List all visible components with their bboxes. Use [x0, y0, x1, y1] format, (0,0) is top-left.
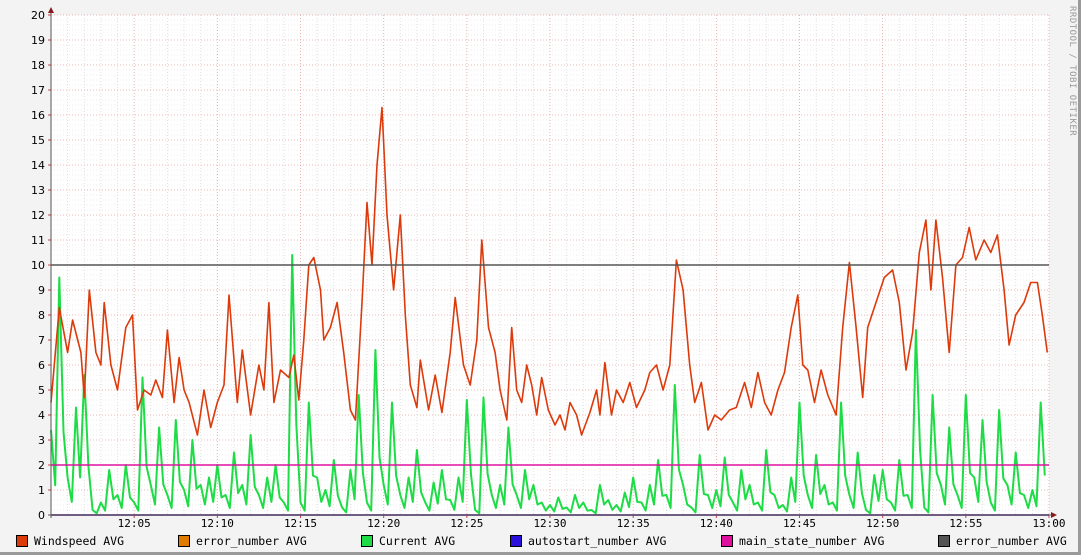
x-tick-label: 12:05: [118, 517, 151, 530]
legend-item: Windspeed AVG: [16, 534, 124, 548]
legend-swatch: [938, 535, 950, 547]
legend-item: error_number AVG: [178, 534, 307, 548]
x-tick-label: 12:45: [783, 517, 816, 530]
x-tick-label: 12:20: [367, 517, 400, 530]
y-axis-arrow-icon: [48, 7, 54, 13]
y-tick-label: 3: [38, 434, 45, 447]
y-tick-label: 1: [38, 484, 45, 497]
y-tick-label: 13: [31, 184, 45, 197]
y-tick-label: 10: [31, 259, 45, 272]
x-tick-label: 12:15: [284, 517, 317, 530]
legend-label: error_number AVG: [956, 534, 1067, 548]
x-tick-label: 12:30: [533, 517, 566, 530]
legend-swatch: [721, 535, 733, 547]
y-tick-label: 20: [31, 9, 45, 22]
x-tick-label: 12:25: [450, 517, 483, 530]
y-tick-label: 14: [31, 159, 45, 172]
chart: 0123456789101112131415161718192012:05 12:…: [31, 7, 1066, 530]
y-tick-label: 18: [31, 59, 45, 72]
y-tick-label: 4: [38, 409, 45, 422]
legend-item: autostart_number AVG: [510, 534, 666, 548]
legend-item: Current AVG: [361, 534, 455, 548]
x-tick-label: 12:10: [201, 517, 234, 530]
y-tick-label: 15: [31, 134, 45, 147]
legend-label: main_state_number AVG: [739, 534, 885, 548]
legend-swatch: [361, 535, 373, 547]
legend-item: main_state_number AVG: [721, 534, 884, 548]
y-tick-label: 17: [31, 84, 45, 97]
watermark: RRDTOOL / TOBI OETIKER: [1067, 6, 1077, 137]
legend-label: Current AVG: [379, 534, 456, 548]
legend-swatch: [178, 535, 190, 547]
x-tick-label: 12:55: [949, 517, 982, 530]
y-tick-label: 12: [31, 209, 45, 222]
x-tick-label: 12:35: [617, 517, 650, 530]
y-tick-label: 5: [38, 384, 45, 397]
legend-swatch: [16, 535, 28, 547]
x-tick-label: 13:00: [1032, 517, 1065, 530]
y-tick-label: 11: [31, 234, 45, 247]
y-tick-label: 9: [38, 284, 45, 297]
legend-label: Windspeed AVG: [34, 534, 125, 548]
y-tick-label: 19: [31, 34, 45, 47]
legend-item: error_number AVG: [938, 534, 1067, 548]
y-tick-label: 0: [38, 509, 45, 522]
y-tick-label: 7: [38, 334, 45, 347]
legend-label: error_number AVG: [196, 534, 307, 548]
y-tick-label: 6: [38, 359, 45, 372]
y-tick-label: 2: [38, 459, 45, 472]
y-tick-label: 8: [38, 309, 45, 322]
legend-swatch: [510, 535, 522, 547]
y-tick-label: 16: [31, 109, 45, 122]
legend-label: autostart_number AVG: [528, 534, 667, 548]
x-tick-label: 12:50: [866, 517, 899, 530]
x-tick-label: 12:40: [700, 517, 733, 530]
